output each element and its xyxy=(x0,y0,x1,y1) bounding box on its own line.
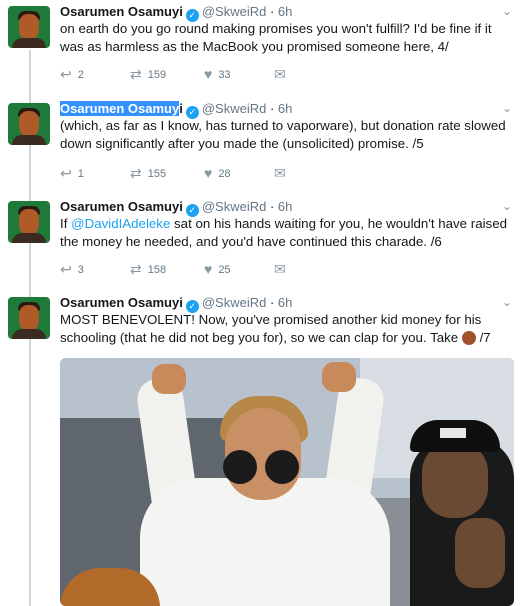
tweet-text: If @DavidIAdeleke sat on his hands waiti… xyxy=(60,215,512,251)
display-name[interactable]: Osarumen Osamuyi xyxy=(60,199,183,214)
chevron-down-icon[interactable]: ⌄ xyxy=(502,295,512,309)
avatar[interactable] xyxy=(8,6,50,48)
display-name[interactable]: Osarumen Osamuyi xyxy=(60,295,183,310)
tweet-text-main: MOST BENEVOLENT! Now, you've promised an… xyxy=(60,312,482,345)
display-name[interactable]: Osarumen Osamuyi xyxy=(60,4,183,19)
retweet-button[interactable]: ⇄ 155 xyxy=(130,165,166,182)
handle[interactable]: @SkweiRd xyxy=(202,4,267,19)
reply-button[interactable]: ↩ 2 xyxy=(60,66,84,83)
handle[interactable]: @SkweiRd xyxy=(202,199,267,214)
clapping-emoji-icon xyxy=(461,331,476,345)
handle[interactable]: @SkweiRd xyxy=(202,295,267,310)
reply-count: 1 xyxy=(77,168,84,180)
reply-button[interactable]: ↩ 3 xyxy=(60,261,84,278)
reply-icon: ↩ xyxy=(60,165,72,181)
reply-icon: ↩ xyxy=(60,66,72,82)
tweet-text: MOST BENEVOLENT! Now, you've promised an… xyxy=(60,311,512,347)
retweet-count: 155 xyxy=(147,168,167,180)
handle[interactable]: @SkweiRd xyxy=(202,101,267,116)
reply-button[interactable]: ↩ 1 xyxy=(60,165,84,182)
chevron-down-icon[interactable]: ⌄ xyxy=(502,4,512,18)
retweet-count: 159 xyxy=(147,69,167,81)
sunglasses-lens-left xyxy=(223,450,257,484)
envelope-icon: ✉ xyxy=(274,165,286,181)
chevron-down-icon[interactable]: ⌄ xyxy=(502,199,512,213)
envelope-icon: ✉ xyxy=(274,66,286,82)
like-button[interactable]: ♥ 33 xyxy=(204,66,231,82)
envelope-icon: ✉ xyxy=(274,261,286,277)
reply-count: 2 xyxy=(77,69,84,81)
tweet-photo[interactable] xyxy=(60,358,514,606)
like-count: 33 xyxy=(218,69,231,81)
text-before-mention: If xyxy=(60,216,72,231)
timestamp[interactable]: 6h xyxy=(278,101,292,116)
heart-icon: ♥ xyxy=(204,66,213,82)
retweet-button[interactable]: ⇄ 158 xyxy=(130,261,166,278)
direct-message-button[interactable]: ✉ xyxy=(274,66,292,83)
chevron-down-icon[interactable]: ⌄ xyxy=(502,101,512,115)
sunglasses-lens-right xyxy=(265,450,299,484)
avatar[interactable] xyxy=(8,297,50,339)
retweet-button[interactable]: ⇄ 159 xyxy=(130,66,166,83)
tweet-text-end: /7 xyxy=(479,330,491,345)
mention-link[interactable]: @DavidIAdeleke xyxy=(71,216,170,231)
tweet-text: (which, as far as I know, has turned to … xyxy=(60,118,506,151)
display-name-selected[interactable]: Osarumen Osamuy xyxy=(60,101,180,116)
retweet-icon: ⇄ xyxy=(130,165,142,181)
retweet-count: 158 xyxy=(147,264,167,276)
display-name-rest[interactable]: i xyxy=(179,101,183,116)
direct-message-button[interactable]: ✉ xyxy=(274,165,292,182)
timestamp[interactable]: 6h xyxy=(278,4,292,19)
like-count: 28 xyxy=(218,168,231,180)
timestamp[interactable]: 6h xyxy=(278,199,292,214)
tweet-text: on earth do you go round making promises… xyxy=(60,21,492,54)
heart-icon: ♥ xyxy=(204,165,213,181)
heart-icon: ♥ xyxy=(204,261,213,277)
reply-icon: ↩ xyxy=(60,261,72,277)
like-count: 25 xyxy=(218,264,231,276)
avatar[interactable] xyxy=(8,201,50,243)
reply-count: 3 xyxy=(77,264,84,276)
avatar[interactable] xyxy=(8,103,50,145)
direct-message-button[interactable]: ✉ xyxy=(274,261,292,278)
timestamp[interactable]: 6h xyxy=(278,295,292,310)
like-button[interactable]: ♥ 28 xyxy=(204,165,231,181)
retweet-icon: ⇄ xyxy=(130,66,142,82)
retweet-icon: ⇄ xyxy=(130,261,142,277)
like-button[interactable]: ♥ 25 xyxy=(204,261,231,277)
